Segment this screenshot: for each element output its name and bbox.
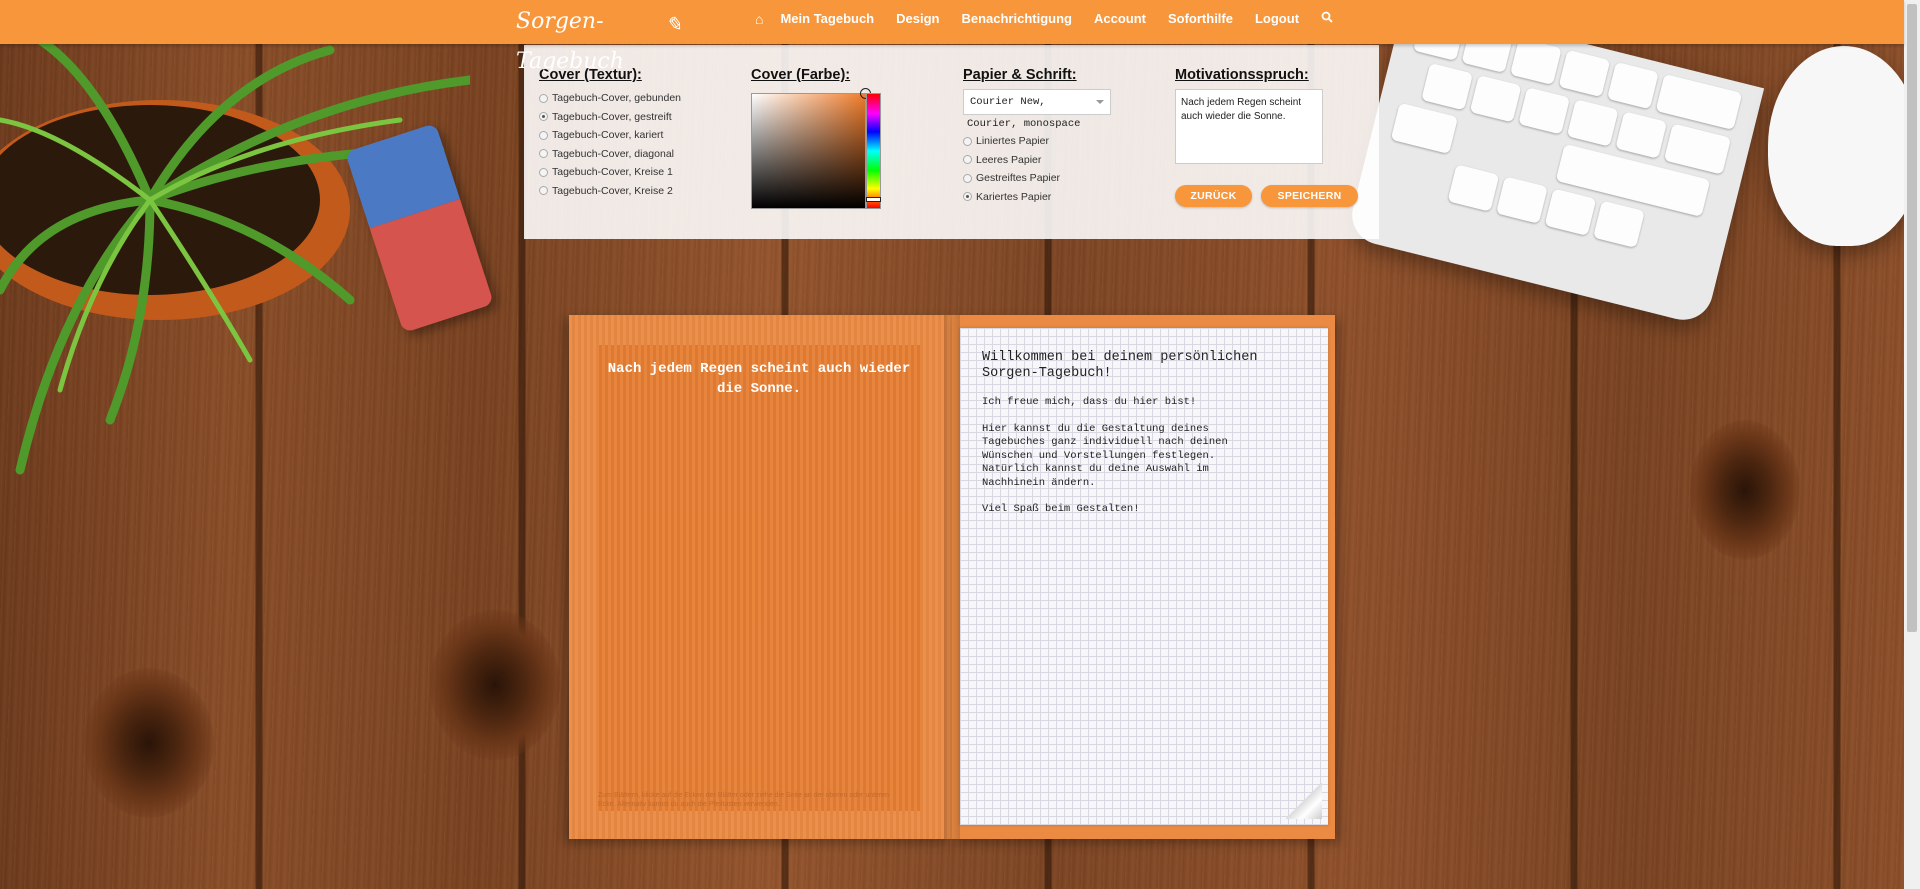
nav-item-design[interactable]: Design: [885, 11, 950, 26]
texture-option-label: Tagebuch-Cover, Kreise 1: [552, 166, 673, 179]
nav-item-account[interactable]: Account: [1083, 11, 1157, 26]
grid-paper-page[interactable]: Willkommen bei deinem persönlichen Sorge…: [960, 328, 1328, 825]
nav-item-logout[interactable]: Logout: [1244, 11, 1310, 26]
nav-links: ⌂ Mein Tagebuch Design Benachrichtigung …: [744, 0, 1344, 37]
radio-button[interactable]: [539, 186, 548, 196]
cover-inner: Nach jedem Regen scheint auch wieder die…: [596, 345, 922, 811]
texture-option-label: Tagebuch-Cover, diagonal: [552, 147, 675, 160]
motto-textarea[interactable]: Nach jedem Regen scheint auch wieder die…: [1175, 89, 1323, 164]
texture-option-label: Tagebuch-Cover, kariert: [552, 129, 664, 142]
page-text-line: Wünschen und Vorstellungen festlegen.: [982, 449, 1216, 462]
page-title-line: Willkommen bei deinem persönlichen: [982, 350, 1258, 365]
paper-option[interactable]: Liniertes Papier: [963, 132, 1111, 151]
radio-button[interactable]: [539, 93, 548, 103]
page-curl-corner[interactable]: [1286, 783, 1322, 819]
page-text-line: Nachhinein ändern.: [982, 476, 1096, 489]
radio-button[interactable]: [539, 167, 548, 177]
home-icon[interactable]: ⌂: [744, 11, 769, 27]
paper-option[interactable]: Kariertes Papier: [963, 188, 1111, 207]
nav-item-soforthilfe[interactable]: Soforthilfe: [1157, 11, 1244, 26]
hue-handle[interactable]: [866, 197, 881, 202]
pen-icon: ✎: [665, 12, 682, 36]
font-select[interactable]: Courier New,: [963, 89, 1111, 115]
motto-heading: Motivationsspruch:: [1175, 67, 1309, 83]
diary-book: Nach jedem Regen scheint auch wieder die…: [569, 315, 1335, 839]
page-text-line: Hier kannst du die Gestaltung deines: [982, 422, 1209, 435]
radio-button-selected[interactable]: [963, 192, 972, 202]
texture-option[interactable]: Tagebuch-Cover, Kreise 1: [539, 163, 681, 182]
radio-button[interactable]: [539, 149, 548, 159]
texture-option[interactable]: Tagebuch-Cover, gebunden: [539, 89, 681, 108]
vertical-scrollbar[interactable]: [1904, 0, 1920, 889]
radio-button[interactable]: [963, 136, 972, 146]
color-section: Cover (Farbe):: [751, 67, 881, 209]
texture-option[interactable]: Tagebuch-Cover, Kreise 2: [539, 182, 681, 201]
page-text-line: Ich freue mich, dass du hier bist!: [982, 396, 1197, 408]
nav-item-benachrichtigung[interactable]: Benachrichtigung: [950, 11, 1083, 26]
radio-button[interactable]: [963, 155, 972, 165]
paper-option-label: Gestreiftes Papier: [976, 172, 1061, 185]
saturation-value-area[interactable]: [751, 88, 871, 209]
wood-knot: [1690, 420, 1800, 560]
paper-option[interactable]: Gestreiftes Papier: [963, 169, 1111, 188]
wood-knot: [430, 610, 560, 760]
color-picker[interactable]: [751, 88, 881, 209]
paper-option-label: Kariertes Papier: [976, 190, 1052, 203]
texture-option[interactable]: Tagebuch-Cover, kariert: [539, 126, 681, 145]
paper-option-label: Leeres Papier: [976, 153, 1042, 166]
texture-option-label: Tagebuch-Cover, Kreise 2: [552, 184, 673, 197]
texture-section: Cover (Textur): Tagebuch-Cover, gebunden…: [539, 67, 681, 200]
page-content: Willkommen bei deinem persönlichen Sorge…: [982, 350, 1312, 517]
logo[interactable]: Sorgen-Tagebuch ✎: [516, 2, 682, 74]
radio-button[interactable]: [963, 173, 972, 183]
back-button[interactable]: ZURÜCK: [1175, 185, 1252, 207]
design-settings-panel: Cover (Textur): Tagebuch-Cover, gebunden…: [524, 45, 1379, 239]
hue-slider[interactable]: [866, 93, 881, 209]
color-heading: Cover (Farbe):: [751, 67, 851, 83]
mouse-decoration: [1768, 46, 1920, 246]
texture-option[interactable]: Tagebuch-Cover, diagonal: [539, 145, 681, 164]
page-text-line: Tagebuches ganz individuell nach deinen: [982, 436, 1228, 448]
book-cover[interactable]: Nach jedem Regen scheint auch wieder die…: [569, 315, 952, 839]
texture-option-label: Tagebuch-Cover, gebunden: [552, 92, 682, 105]
keyboard-decoration: [1345, 0, 1765, 327]
radio-button-selected[interactable]: [539, 112, 548, 122]
page-title-line: Sorgen-Tagebuch!: [982, 366, 1112, 381]
motto-section: Motivationsspruch: Nach jedem Regen sche…: [1175, 67, 1323, 164]
texture-option-label: Tagebuch-Cover, gestreift: [552, 110, 672, 123]
page-text-line: Natürlich kannst du deine Auswahl im: [982, 463, 1209, 475]
wood-knot: [84, 668, 214, 818]
logo-text: Sorgen-Tagebuch: [516, 9, 624, 74]
cover-motto: Nach jedem Regen scheint auch wieder die…: [607, 361, 911, 397]
paper-heading: Papier & Schrift:: [963, 67, 1077, 83]
save-button[interactable]: SPEICHERN: [1261, 185, 1358, 207]
book-spine: [944, 315, 960, 839]
paper-option[interactable]: Leeres Papier: [963, 151, 1111, 170]
search-icon[interactable]: [1310, 11, 1344, 26]
paper-section: Papier & Schrift: Courier New, Courier, …: [963, 67, 1111, 206]
page-title: Willkommen bei deinem persönlichen Sorge…: [982, 350, 1312, 382]
page-text-line: Viel Spaß beim Gestalten!: [982, 503, 1140, 515]
nav-item-mein-tagebuch[interactable]: Mein Tagebuch: [769, 11, 885, 26]
book-page-right: Willkommen bei deinem persönlichen Sorge…: [952, 315, 1335, 839]
page-turn-hint: Zum Blättern, klicke auf die Ecken der B…: [598, 792, 890, 808]
font-family-hint: Courier, monospace: [967, 118, 1081, 130]
texture-option[interactable]: Tagebuch-Cover, gestreift: [539, 108, 681, 127]
font-select-value: Courier New,: [970, 96, 1046, 108]
paper-option-label: Liniertes Papier: [976, 135, 1049, 148]
top-navigation: Sorgen-Tagebuch ✎ ⌂ Mein Tagebuch Design…: [0, 0, 1904, 74]
radio-button[interactable]: [539, 130, 548, 140]
scrollbar-thumb[interactable]: [1907, 4, 1917, 632]
chevron-down-icon: [1096, 100, 1104, 104]
